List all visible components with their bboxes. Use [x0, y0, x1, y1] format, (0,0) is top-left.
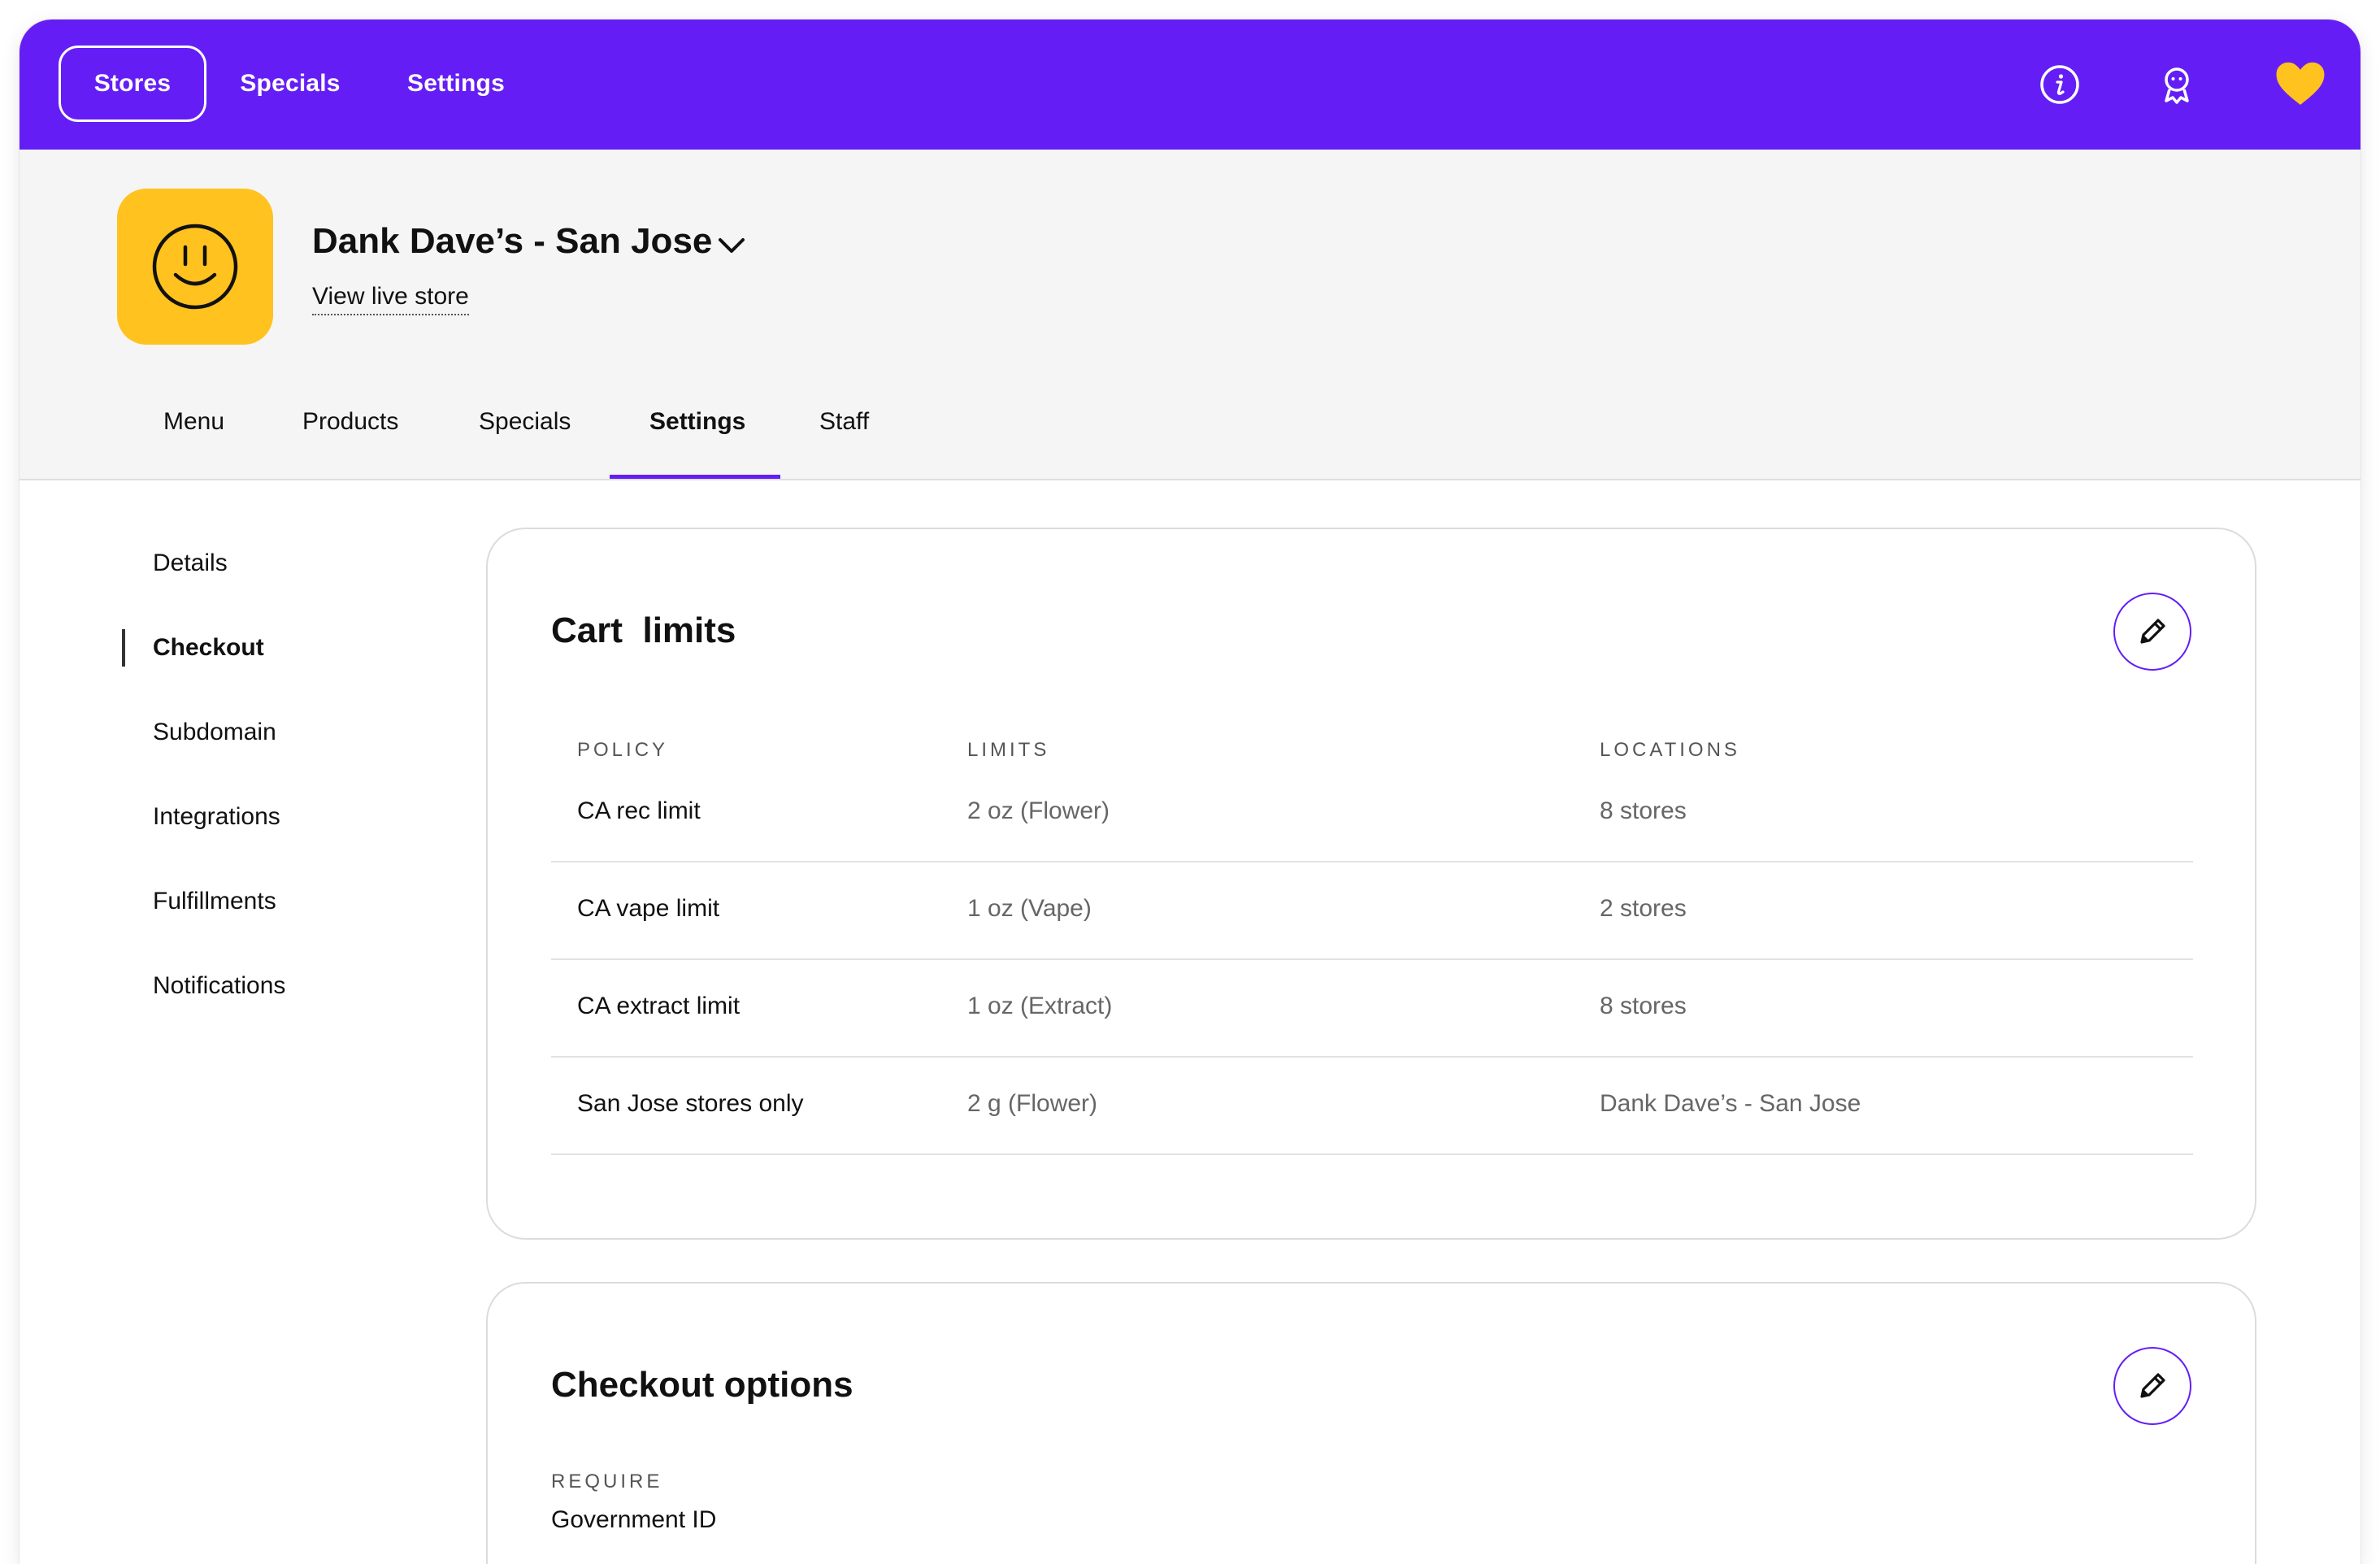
limit-cell: 1 oz (Vape) — [967, 895, 1092, 922]
app-window: Stores Specials Settings Dank Dave’s - S… — [20, 20, 2360, 1564]
column-header-policy: POLICY — [577, 739, 669, 761]
topnav-stores-tab[interactable]: Stores — [59, 46, 206, 122]
sidebar-item-notifications[interactable]: Notifications — [153, 972, 285, 1000]
policy-cell: San Jose stores only — [577, 1090, 804, 1117]
limit-cell: 2 g (Flower) — [967, 1090, 1098, 1117]
sidebar-item-checkout[interactable]: Checkout — [153, 634, 264, 662]
checkout-options-card: Checkout options REQUIRE Government ID — [486, 1282, 2256, 1564]
tab-staff[interactable]: Staff — [819, 408, 869, 436]
tab-products[interactable]: Products — [302, 408, 398, 436]
table-row[interactable]: CA rec limit 2 oz (Flower) 8 stores — [551, 765, 2193, 862]
locations-cell: 8 stores — [1600, 797, 1687, 824]
sidebar-item-integrations[interactable]: Integrations — [153, 803, 280, 831]
limit-cell: 2 oz (Flower) — [967, 797, 1110, 824]
limit-cell: 1 oz (Extract) — [967, 993, 1113, 1019]
topnav-settings-tab[interactable]: Settings — [403, 46, 509, 122]
checkout-options-title: Checkout options — [551, 1365, 853, 1405]
table-row[interactable]: CA vape limit 1 oz (Vape) 2 stores — [551, 862, 2193, 960]
pencil-icon — [2140, 1373, 2165, 1398]
pencil-icon — [2140, 619, 2165, 644]
edit-checkout-options-button[interactable] — [2113, 1347, 2191, 1425]
policy-cell: CA vape limit — [577, 895, 720, 922]
chevron-down-icon[interactable] — [715, 229, 748, 262]
cart-limits-title: Cart limits — [551, 610, 736, 650]
locations-cell: Dank Dave’s - San Jose — [1600, 1090, 1861, 1117]
locations-cell: 2 stores — [1600, 895, 1687, 922]
store-logo — [117, 189, 273, 345]
tab-specials[interactable]: Specials — [479, 408, 571, 436]
tab-menu[interactable]: Menu — [163, 408, 224, 436]
store-header: Dank Dave’s - San Jose View live store M… — [20, 150, 2360, 480]
smiley-icon — [152, 224, 238, 310]
cart-limits-card: Cart limits POLICY LIMITS LOCATIONS CA r… — [486, 528, 2256, 1240]
tab-settings[interactable]: Settings — [649, 408, 745, 436]
topnav-specials-tab[interactable]: Specials — [237, 46, 343, 122]
sidebar-active-indicator — [122, 629, 125, 667]
sidebar-item-fulfillments[interactable]: Fulfillments — [153, 888, 276, 915]
top-navigation-bar: Stores Specials Settings — [20, 20, 2360, 150]
info-icon[interactable] — [2035, 60, 2084, 109]
user-icon[interactable] — [2152, 60, 2201, 109]
view-live-store-link[interactable]: View live store — [312, 283, 469, 315]
sidebar-item-details[interactable]: Details — [153, 550, 228, 577]
require-label: REQUIRE — [551, 1471, 663, 1492]
table-row[interactable]: CA extract limit 1 oz (Extract) 8 stores — [551, 960, 2193, 1058]
table-row[interactable]: San Jose stores only 2 g (Flower) Dank D… — [551, 1058, 2193, 1155]
policy-cell: CA rec limit — [577, 797, 701, 824]
column-header-locations: LOCATIONS — [1600, 739, 1740, 761]
policy-cell: CA extract limit — [577, 993, 740, 1019]
column-header-limits: LIMITS — [967, 739, 1050, 761]
require-value: Government ID — [551, 1506, 717, 1533]
edit-cart-limits-button[interactable] — [2113, 593, 2191, 671]
heart-icon[interactable] — [2273, 57, 2328, 112]
locations-cell: 8 stores — [1600, 993, 1687, 1019]
store-name[interactable]: Dank Dave’s - San Jose — [312, 221, 712, 262]
active-tab-indicator — [610, 475, 780, 479]
sidebar-item-subdomain[interactable]: Subdomain — [153, 719, 276, 746]
